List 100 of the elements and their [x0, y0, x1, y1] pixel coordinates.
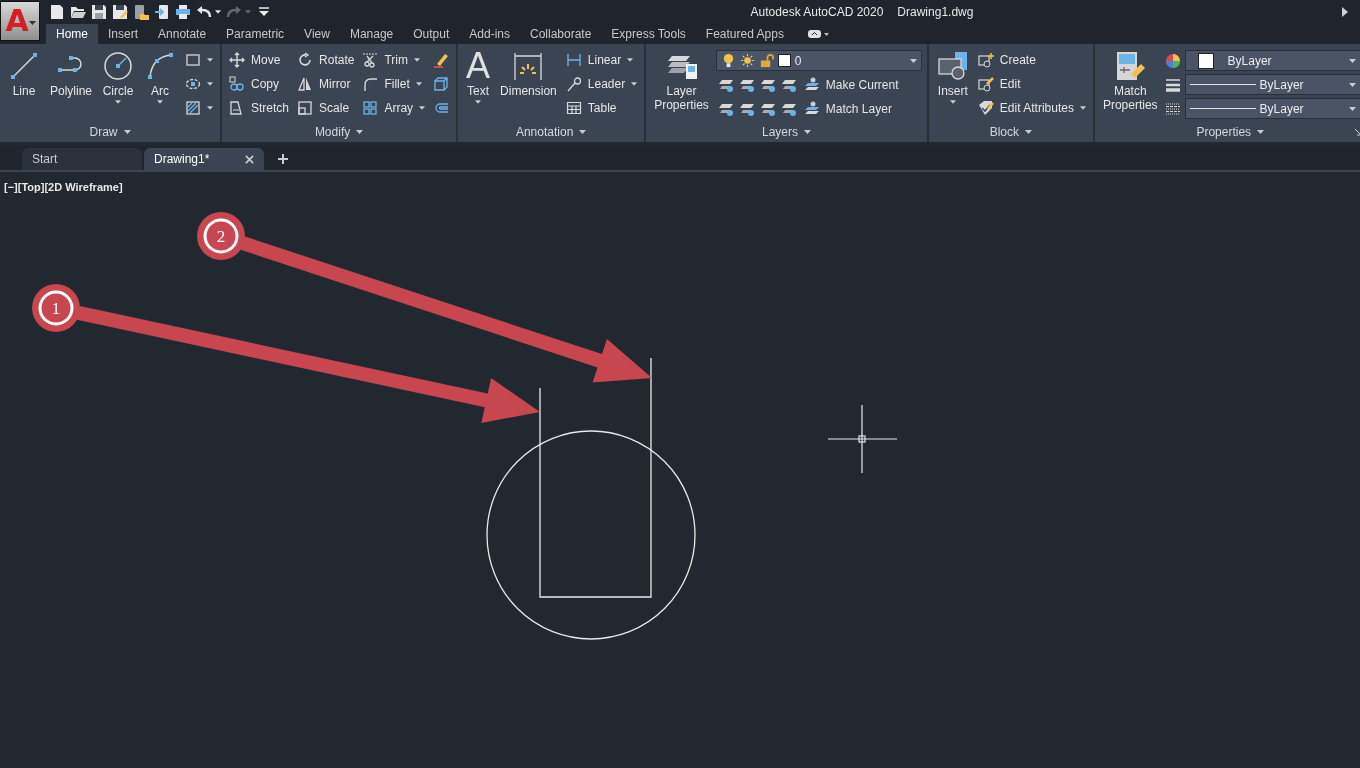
tablet-arrow-icon: [154, 4, 170, 20]
ribbon-tab[interactable]: Home: [46, 24, 98, 44]
ribbon-tab[interactable]: Collaborate: [520, 24, 602, 44]
ribbon-tab[interactable]: Add-ins: [459, 24, 520, 44]
ribbon-tool-button[interactable]: Scale: [295, 98, 357, 118]
match-properties-icon: [1114, 50, 1147, 82]
tablet-folder-button[interactable]: [133, 4, 149, 20]
document-title: Drawing1.dwg: [897, 5, 974, 19]
ribbon-tab[interactable]: Output: [403, 24, 460, 44]
ribbon-tab[interactable]: Express Tools: [601, 24, 696, 44]
ribbon-tool-button[interactable]: Move: [227, 50, 292, 70]
application-title: Autodesk AutoCAD 2020: [750, 5, 884, 19]
ribbon-tool-button[interactable]: Create: [975, 50, 1088, 70]
caret-icon: [413, 58, 420, 62]
caret-icon: [207, 82, 214, 86]
ribbon-tool-button[interactable]: Array: [360, 98, 428, 118]
ribbon-tool-button[interactable]: Match Layer: [801, 98, 894, 119]
tool-label: Linear: [587, 53, 622, 67]
line-sample: [1189, 108, 1256, 109]
caret-icon: [29, 21, 36, 25]
panel-title[interactable]: Modify: [310, 122, 368, 142]
ribbon-tool-button[interactable]: Trim: [360, 50, 428, 70]
ribbon-tab[interactable]: Featured Apps: [695, 24, 794, 44]
ribbon-tool-button[interactable]: Polyline: [47, 48, 96, 100]
new-file-button[interactable]: [49, 4, 65, 20]
tool-label: Text: [467, 84, 490, 98]
color-wheel-icon: [1164, 52, 1181, 69]
ribbon-tool-button[interactable]: Match Properties: [1099, 48, 1161, 114]
ribbon-tool-button[interactable]: Fillet: [360, 74, 428, 94]
ribbon-tool-button[interactable]: Insert: [933, 48, 972, 106]
property-dropdown[interactable]: ByLayer: [1184, 98, 1360, 119]
panel-title[interactable]: Draw: [85, 122, 135, 142]
ribbon-tool-button[interactable]: Edit Attributes: [975, 98, 1088, 118]
tool-label: Layer Properties: [654, 84, 709, 112]
crosshair-cursor: [827, 404, 898, 474]
save-button[interactable]: [91, 4, 107, 20]
line-sample: [1189, 84, 1256, 85]
ribbon-tool-button[interactable]: Dimension: [497, 48, 560, 100]
close-icon[interactable]: [245, 154, 254, 164]
ribbon-tool-button[interactable]: Make Current: [801, 74, 901, 95]
ribbon-tool-button[interactable]: Copy: [227, 74, 292, 94]
lineweight-icon: [1164, 76, 1181, 93]
tool-label: Create: [999, 53, 1036, 67]
panel-title[interactable]: Layers: [758, 122, 816, 142]
callout-number: 2: [216, 227, 226, 246]
panel-title[interactable]: Block: [985, 122, 1037, 142]
print-button[interactable]: [175, 4, 191, 20]
expand-arrow-icon[interactable]: [1342, 7, 1348, 17]
viewport-controls[interactable]: [−][Top][2D Wireframe]: [4, 181, 123, 193]
save-icon: [91, 4, 107, 20]
caret-icon: [1079, 106, 1086, 110]
save-as-button[interactable]: [112, 4, 128, 20]
ribbon-tool-button[interactable]: Leader: [563, 74, 640, 94]
ribbon-tool-button[interactable]: Stretch: [227, 98, 292, 118]
ribbon-tab[interactable]: Annotate: [148, 24, 217, 44]
ribbon-tool-button[interactable]: Arc: [141, 48, 180, 106]
eraser-icon: [433, 52, 450, 68]
ribbon-tool-button[interactable]: Rotate: [295, 50, 357, 70]
layer-dropdown[interactable]: 0: [715, 50, 922, 71]
ribbon-tool-button[interactable]: Linear: [563, 50, 640, 70]
create-block-icon: [977, 52, 994, 68]
ribbon-tool-button[interactable]: [183, 98, 216, 118]
undo-icon: [196, 4, 212, 20]
panel-title[interactable]: Properties: [1192, 122, 1269, 142]
property-dropdown[interactable]: ByLayer: [1184, 74, 1360, 95]
array-icon: [362, 100, 379, 116]
tablet-folder-icon: [133, 4, 149, 20]
tool-label: Circle: [102, 84, 134, 98]
ribbon-tool-button[interactable]: Circle: [99, 48, 138, 106]
caret-icon: [207, 106, 214, 110]
fillet-icon: [362, 76, 379, 92]
undo-button[interactable]: [196, 4, 221, 20]
table-icon: [565, 100, 582, 116]
color-swatch: [777, 54, 791, 67]
tool-label: Make Current: [825, 77, 899, 92]
ribbon-tool-button[interactable]: Layer Properties: [651, 48, 712, 114]
document-tab[interactable]: Drawing1*: [144, 148, 264, 170]
caret-icon: [157, 100, 164, 104]
dialog-launcher-icon[interactable]: [1353, 128, 1360, 136]
ribbon-display-toggle-icon[interactable]: [807, 29, 830, 39]
ribbon-tool-button[interactable]: Edit: [975, 74, 1088, 94]
caret-icon: [215, 10, 221, 14]
ribbon-tab[interactable]: Manage: [339, 24, 404, 44]
document-tab[interactable]: Start: [22, 148, 142, 170]
ribbon-tool-button[interactable]: A Text: [463, 48, 494, 106]
edit-attributes-icon: [977, 100, 994, 116]
ribbon-tool-button[interactable]: Mirror: [295, 74, 357, 94]
new-tab-icon[interactable]: [278, 154, 288, 164]
panel-title[interactable]: Annotation: [511, 122, 591, 142]
ribbon-tool-button[interactable]: Line: [5, 48, 43, 100]
tablet-arrow-button[interactable]: [154, 4, 170, 20]
callout-number: 1: [51, 299, 61, 318]
property-dropdown[interactable]: ByLayer: [1184, 50, 1360, 71]
ribbon-tab[interactable]: Insert: [98, 24, 149, 44]
tool-label: Table: [587, 101, 617, 115]
ribbon-tab[interactable]: Parametric: [216, 24, 295, 44]
ribbon-tool-button[interactable]: Table: [563, 98, 640, 118]
tool-label: Mirror: [319, 77, 351, 91]
open-folder-button[interactable]: [70, 4, 86, 20]
ribbon-tab[interactable]: View: [294, 24, 340, 44]
